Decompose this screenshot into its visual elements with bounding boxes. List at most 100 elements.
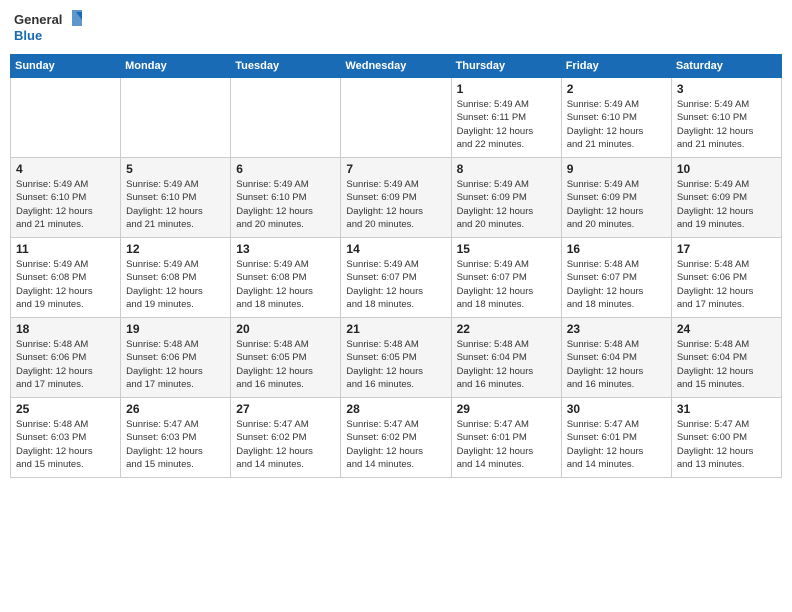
- cell-day-number: 28: [346, 402, 445, 416]
- cell-day-number: 11: [16, 242, 115, 256]
- calendar-week-row: 4 Sunrise: 5:49 AM Sunset: 6:10 PM Daylig…: [11, 158, 782, 238]
- cell-info-text: Sunrise: 5:48 AM Sunset: 6:06 PM Dayligh…: [677, 258, 776, 311]
- calendar-cell: 12Sunrise: 5:49 AM Sunset: 6:08 PM Dayli…: [121, 238, 231, 318]
- calendar-cell: [231, 78, 341, 158]
- cell-info-text: Sunrise: 5:49 AM Sunset: 6:08 PM Dayligh…: [236, 258, 335, 311]
- calendar-cell: 29 Sunrise: 5:47 AM Sunset: 6:01 PM Dayli…: [451, 398, 561, 478]
- calendar-cell: [121, 78, 231, 158]
- cell-info-text: Sunrise: 5:48 AM Sunset: 6:04 PM Dayligh…: [567, 338, 666, 391]
- cell-info-text: Sunrise: 5:48 AM Sunset: 6:05 PM Dayligh…: [346, 338, 445, 391]
- cell-day-number: 14: [346, 242, 445, 256]
- cell-day-number: 19: [126, 322, 225, 336]
- cell-info-text: Sunrise: 5:49 AM Sunset: 6:10 PM Dayligh…: [677, 98, 776, 151]
- cell-day-number: 3: [677, 82, 776, 96]
- cell-day-number: 29: [457, 402, 556, 416]
- calendar-cell: 28 Sunrise: 5:47 AM Sunset: 6:02 PM Dayli…: [341, 398, 451, 478]
- cell-info-text: Sunrise: 5:49 AM Sunset: 6:10 PM Dayligh…: [16, 178, 115, 231]
- cell-day-number: 24: [677, 322, 776, 336]
- cell-info-text: Sunrise: 5:47 AM Sunset: 6:02 PM Dayligh…: [346, 418, 445, 471]
- calendar-week-row: 25 Sunrise: 5:48 AM Sunset: 6:03 PM Dayli…: [11, 398, 782, 478]
- cell-info-text: Sunrise: 5:49 AM Sunset: 6:10 PM Dayligh…: [567, 98, 666, 151]
- calendar-cell: 11 Sunrise: 5:49 AM Sunset: 6:08 PM Dayli…: [11, 238, 121, 318]
- cell-info-text: Sunrise: 5:47 AM Sunset: 6:03 PM Dayligh…: [126, 418, 225, 471]
- cell-info-text: Sunrise: 5:47 AM Sunset: 6:00 PM Dayligh…: [677, 418, 776, 471]
- cell-day-number: 1: [457, 82, 556, 96]
- cell-day-number: 10: [677, 162, 776, 176]
- cell-day-number: 6: [236, 162, 335, 176]
- cell-day-number: 20: [236, 322, 335, 336]
- calendar-cell: 17 Sunrise: 5:48 AM Sunset: 6:06 PM Dayli…: [671, 238, 781, 318]
- calendar-cell: 4 Sunrise: 5:49 AM Sunset: 6:10 PM Daylig…: [11, 158, 121, 238]
- cell-info-text: Sunrise: 5:49 AM Sunset: 6:09 PM Dayligh…: [567, 178, 666, 231]
- cell-info-text: Sunrise: 5:49 AM Sunset: 6:10 PM Dayligh…: [236, 178, 335, 231]
- cell-day-number: 22: [457, 322, 556, 336]
- calendar-cell: 15Sunrise: 5:49 AM Sunset: 6:07 PM Dayli…: [451, 238, 561, 318]
- calendar-cell: 30Sunrise: 5:47 AM Sunset: 6:01 PM Dayli…: [561, 398, 671, 478]
- calendar-cell: 6 Sunrise: 5:49 AM Sunset: 6:10 PM Daylig…: [231, 158, 341, 238]
- cell-info-text: Sunrise: 5:49 AM Sunset: 6:07 PM Dayligh…: [457, 258, 556, 311]
- cell-day-number: 16: [567, 242, 666, 256]
- calendar-cell: 20 Sunrise: 5:48 AM Sunset: 6:05 PM Dayli…: [231, 318, 341, 398]
- cell-info-text: Sunrise: 5:48 AM Sunset: 6:06 PM Dayligh…: [126, 338, 225, 391]
- cell-info-text: Sunrise: 5:49 AM Sunset: 6:09 PM Dayligh…: [346, 178, 445, 231]
- header: General Blue: [10, 10, 782, 46]
- cell-day-number: 26: [126, 402, 225, 416]
- cell-day-number: 27: [236, 402, 335, 416]
- cell-day-number: 2: [567, 82, 666, 96]
- weekday-header-cell: Thursday: [451, 55, 561, 78]
- calendar-cell: 1 Sunrise: 5:49 AM Sunset: 6:11 PM Daylig…: [451, 78, 561, 158]
- cell-day-number: 17: [677, 242, 776, 256]
- calendar-cell: 23 Sunrise: 5:48 AM Sunset: 6:04 PM Dayli…: [561, 318, 671, 398]
- cell-info-text: Sunrise: 5:49 AM Sunset: 6:07 PM Dayligh…: [346, 258, 445, 311]
- calendar-cell: 9 Sunrise: 5:49 AM Sunset: 6:09 PM Daylig…: [561, 158, 671, 238]
- cell-info-text: Sunrise: 5:48 AM Sunset: 6:06 PM Dayligh…: [16, 338, 115, 391]
- calendar-week-row: 11 Sunrise: 5:49 AM Sunset: 6:08 PM Dayli…: [11, 238, 782, 318]
- cell-day-number: 23: [567, 322, 666, 336]
- weekday-header-cell: Tuesday: [231, 55, 341, 78]
- weekday-header-cell: Sunday: [11, 55, 121, 78]
- cell-info-text: Sunrise: 5:49 AM Sunset: 6:10 PM Dayligh…: [126, 178, 225, 231]
- calendar-cell: 2 Sunrise: 5:49 AM Sunset: 6:10 PM Daylig…: [561, 78, 671, 158]
- cell-info-text: Sunrise: 5:48 AM Sunset: 6:03 PM Dayligh…: [16, 418, 115, 471]
- page: General Blue SundayMondayTuesdayWednesda…: [0, 0, 792, 612]
- cell-info-text: Sunrise: 5:48 AM Sunset: 6:04 PM Dayligh…: [677, 338, 776, 391]
- cell-day-number: 13: [236, 242, 335, 256]
- calendar-cell: 7Sunrise: 5:49 AM Sunset: 6:09 PM Daylig…: [341, 158, 451, 238]
- calendar-cell: 5 Sunrise: 5:49 AM Sunset: 6:10 PM Daylig…: [121, 158, 231, 238]
- calendar-cell: 18Sunrise: 5:48 AM Sunset: 6:06 PM Dayli…: [11, 318, 121, 398]
- calendar-cell: 10 Sunrise: 5:49 AM Sunset: 6:09 PM Dayli…: [671, 158, 781, 238]
- weekday-header-cell: Saturday: [671, 55, 781, 78]
- cell-day-number: 21: [346, 322, 445, 336]
- weekday-header-cell: Wednesday: [341, 55, 451, 78]
- cell-day-number: 25: [16, 402, 115, 416]
- calendar-body: 1 Sunrise: 5:49 AM Sunset: 6:11 PM Daylig…: [11, 78, 782, 478]
- calendar-cell: 13 Sunrise: 5:49 AM Sunset: 6:08 PM Dayli…: [231, 238, 341, 318]
- cell-info-text: Sunrise: 5:48 AM Sunset: 6:05 PM Dayligh…: [236, 338, 335, 391]
- cell-day-number: 8: [457, 162, 556, 176]
- weekday-header-cell: Friday: [561, 55, 671, 78]
- svg-text:Blue: Blue: [14, 28, 42, 43]
- calendar-cell: 8 Sunrise: 5:49 AM Sunset: 6:09 PM Daylig…: [451, 158, 561, 238]
- cell-info-text: Sunrise: 5:49 AM Sunset: 6:11 PM Dayligh…: [457, 98, 556, 151]
- cell-info-text: Sunrise: 5:47 AM Sunset: 6:01 PM Dayligh…: [457, 418, 556, 471]
- calendar-cell: 22Sunrise: 5:48 AM Sunset: 6:04 PM Dayli…: [451, 318, 561, 398]
- cell-info-text: Sunrise: 5:47 AM Sunset: 6:01 PM Dayligh…: [567, 418, 666, 471]
- calendar-cell: 27 Sunrise: 5:47 AM Sunset: 6:02 PM Dayli…: [231, 398, 341, 478]
- calendar-cell: 24 Sunrise: 5:48 AM Sunset: 6:04 PM Dayli…: [671, 318, 781, 398]
- calendar-cell: 16Sunrise: 5:48 AM Sunset: 6:07 PM Dayli…: [561, 238, 671, 318]
- calendar-cell: 25 Sunrise: 5:48 AM Sunset: 6:03 PM Dayli…: [11, 398, 121, 478]
- cell-day-number: 4: [16, 162, 115, 176]
- logo: General Blue: [14, 10, 84, 46]
- calendar-table: SundayMondayTuesdayWednesdayThursdayFrid…: [10, 54, 782, 478]
- cell-day-number: 9: [567, 162, 666, 176]
- cell-day-number: 5: [126, 162, 225, 176]
- cell-info-text: Sunrise: 5:49 AM Sunset: 6:08 PM Dayligh…: [16, 258, 115, 311]
- svg-text:General: General: [14, 12, 62, 27]
- calendar-cell: [11, 78, 121, 158]
- weekday-header-cell: Monday: [121, 55, 231, 78]
- cell-info-text: Sunrise: 5:47 AM Sunset: 6:02 PM Dayligh…: [236, 418, 335, 471]
- cell-day-number: 12: [126, 242, 225, 256]
- cell-info-text: Sunrise: 5:49 AM Sunset: 6:09 PM Dayligh…: [677, 178, 776, 231]
- cell-info-text: Sunrise: 5:49 AM Sunset: 6:09 PM Dayligh…: [457, 178, 556, 231]
- calendar-cell: 26 Sunrise: 5:47 AM Sunset: 6:03 PM Dayli…: [121, 398, 231, 478]
